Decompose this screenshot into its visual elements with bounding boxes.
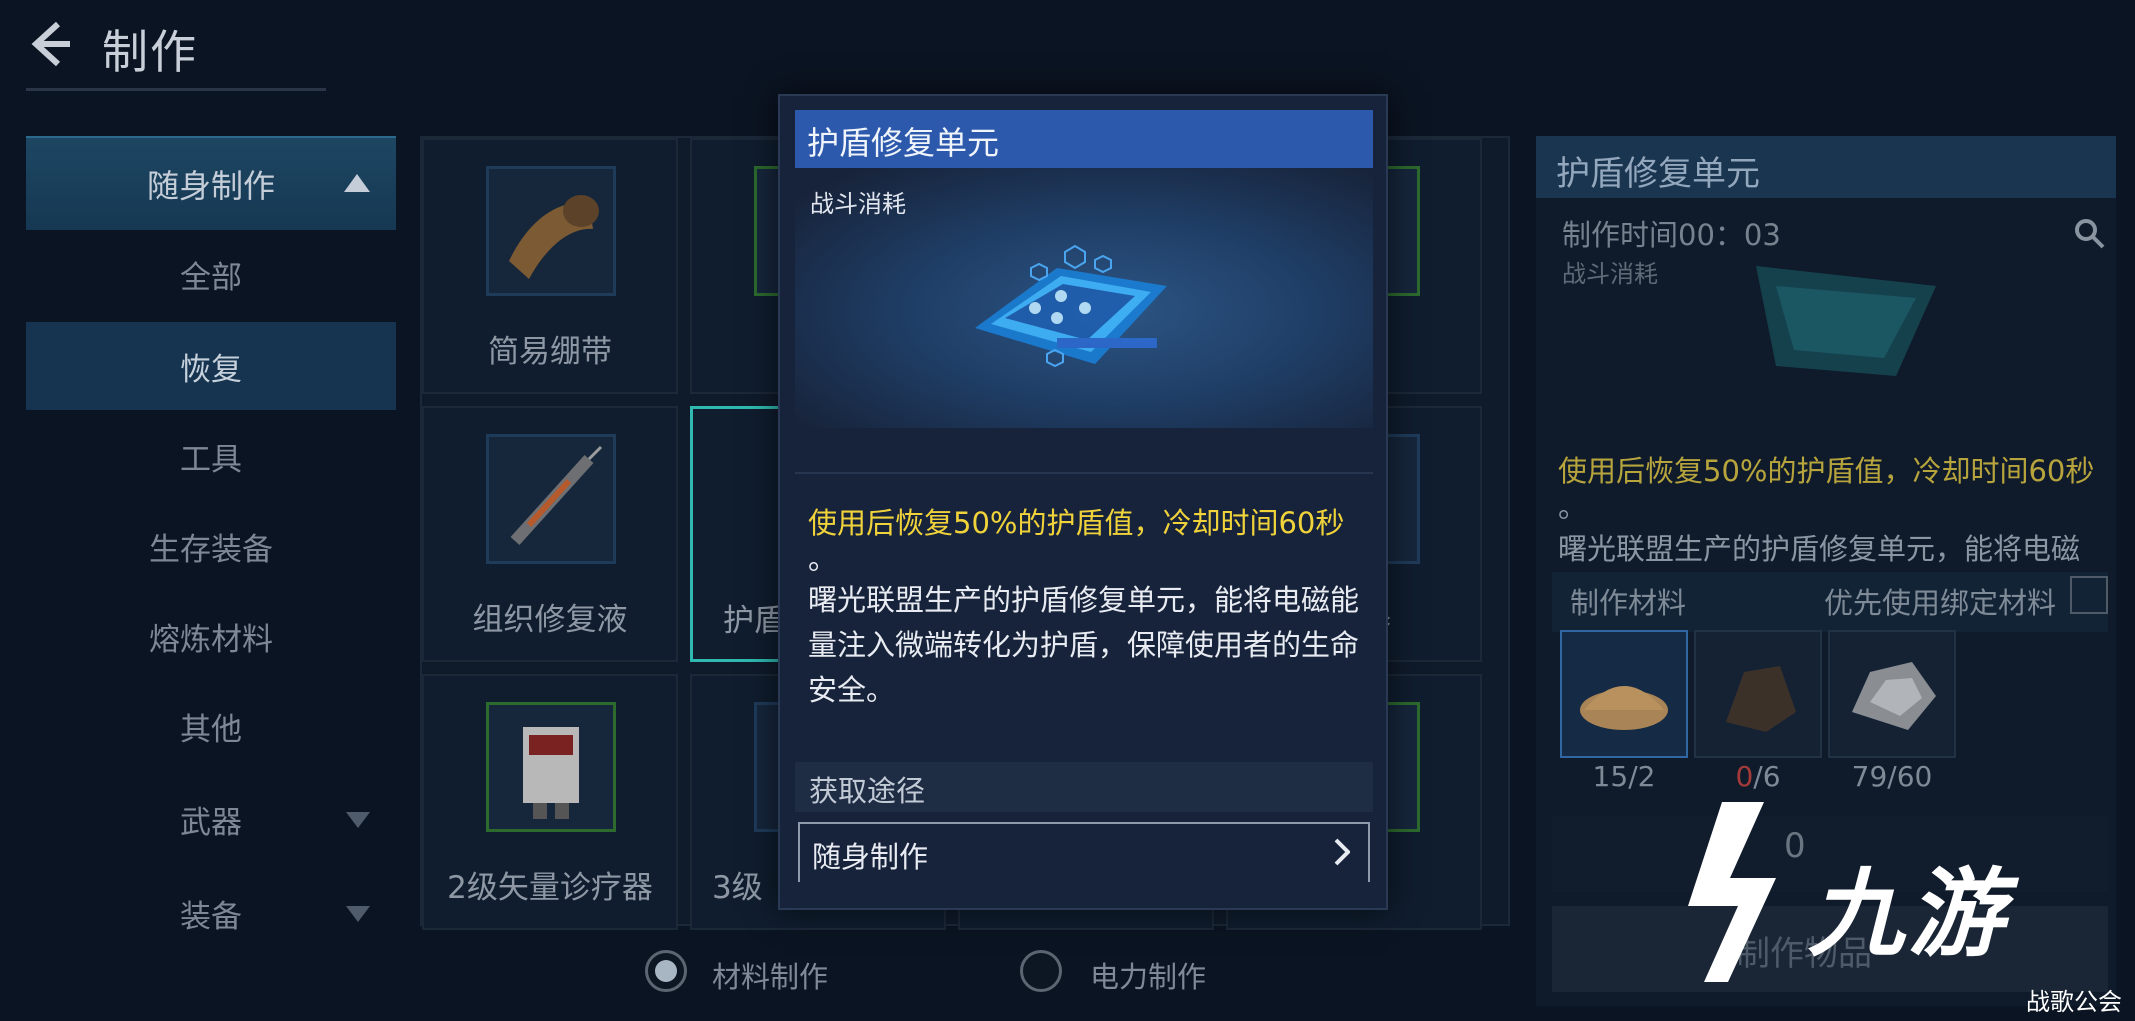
bandage-icon: [509, 195, 599, 279]
category-sidebar: 随身制作 全部 恢复 工具 生存装备 熔炼材料 其他 武器 装备: [26, 136, 396, 936]
detail-effect-end: 。: [1558, 490, 1588, 524]
sidebar-group-label: 武器: [180, 804, 242, 841]
sidebar-item-all[interactable]: 全部: [26, 230, 396, 318]
sidebar-group-label: 装备: [180, 898, 242, 935]
sidebar-item-label: 其他: [180, 711, 242, 748]
materials-label: 制作材料: [1570, 586, 1687, 620]
watermark-brand: 九游: [1808, 858, 2008, 970]
metal-ore-icon: [1852, 662, 1936, 730]
shield-repair-unit-image: [1756, 266, 1936, 376]
count-need: /6: [1753, 760, 1781, 793]
power-craft-label: 电力制作: [1090, 960, 1207, 994]
count-have: 15: [1592, 760, 1629, 793]
detail-description: 曙光联盟生产的护盾修复单元，能将电磁: [1558, 532, 2081, 566]
collapse-up-icon: [344, 174, 370, 192]
count-have: 79: [1851, 760, 1888, 793]
item-label: 组织修复液: [472, 602, 628, 638]
medkit-device-icon: [523, 727, 579, 819]
count-have: 0: [1735, 760, 1754, 793]
modal-title: 护盾修复单元: [795, 110, 1373, 168]
material-craft-radio[interactable]: [645, 950, 687, 992]
sidebar-item-tools[interactable]: 工具: [26, 412, 396, 500]
sidebar-item-label: 生存装备: [149, 531, 273, 568]
modal-description: 曙光联盟生产的护盾修复单元，能将电磁能量注入微端转化为护盾，保障使用者的生命安全…: [808, 583, 1360, 707]
item-thumbnail: [486, 166, 616, 296]
source-portable-craft-link[interactable]: 随身制作: [798, 822, 1370, 882]
modal-effect: 使用后恢复50%的护盾值，冷却时间60秒: [808, 506, 1345, 540]
priority-bound-checkbox[interactable]: [2070, 576, 2108, 614]
watermark-guild: 战歌公会: [2026, 988, 2122, 1016]
sidebar-group-label: 随身制作: [146, 167, 275, 205]
material-slot-3[interactable]: [1828, 630, 1956, 758]
syringe-icon: [510, 445, 603, 546]
grid-item-tissue-repair[interactable]: 组织修复液: [422, 406, 678, 662]
item-label: 2级矢量诊疗器: [447, 870, 653, 906]
expand-down-icon: [346, 906, 370, 922]
item-label: 简易绷带: [488, 334, 612, 370]
count-need: /60: [1887, 760, 1933, 793]
chevron-right-icon: [1334, 838, 1350, 866]
sidebar-group-weapons[interactable]: 武器: [26, 776, 396, 862]
material-craft-label: 材料制作: [712, 960, 829, 994]
sidebar-item-recovery[interactable]: 恢复: [26, 322, 396, 410]
source-item-label: 随身制作: [812, 840, 929, 874]
modal-category: 战斗消耗: [810, 190, 906, 218]
power-craft-radio[interactable]: [1020, 950, 1062, 992]
material-count-2: 0/6: [1694, 760, 1822, 793]
page-title: 制作: [102, 25, 198, 79]
modal-divider: [795, 472, 1373, 474]
modal-effect-end: 。: [808, 542, 838, 576]
sidebar-item-survival-gear[interactable]: 生存装备: [26, 502, 396, 590]
sidebar-item-label: 熔炼材料: [149, 621, 273, 658]
material-slot-1[interactable]: [1560, 630, 1688, 758]
magnify-icon[interactable]: [2072, 216, 2106, 250]
material-slot-2[interactable]: [1694, 630, 1822, 758]
item-thumbnail: [486, 434, 616, 564]
source-heading: 获取途径: [795, 762, 1373, 812]
detail-effect: 使用后恢复50%的护盾值，冷却时间60秒: [1558, 454, 2095, 488]
sidebar-group-portable-craft[interactable]: 随身制作: [26, 136, 396, 230]
grid-item-simple-bandage[interactable]: 简易绷带: [422, 138, 678, 394]
priority-bound-label: 优先使用绑定材料: [1824, 586, 2057, 620]
expand-down-icon: [346, 812, 370, 828]
grid-item-lv2-diagnostic[interactable]: 2级矢量诊疗器: [422, 674, 678, 930]
sidebar-group-equipment[interactable]: 装备: [26, 870, 396, 956]
sand-pile-icon: [1580, 686, 1668, 730]
item-info-modal: 护盾修复单元 战斗消耗 使用后恢复50%的护盾值，冷却时间60秒 。 曙光联盟生…: [778, 94, 1388, 910]
back-arrow-icon[interactable]: [24, 16, 74, 72]
sidebar-item-smelting[interactable]: 熔炼材料: [26, 592, 396, 680]
sidebar-item-label: 工具: [180, 441, 242, 478]
sidebar-item-other[interactable]: 其他: [26, 682, 396, 770]
detail-title: 护盾修复单元: [1536, 136, 2116, 198]
material-count-1: 15/2: [1560, 760, 1688, 793]
sidebar-item-label: 恢复: [180, 351, 242, 388]
item-thumbnail: [486, 702, 616, 832]
title-underline: [26, 88, 326, 91]
count-need: /2: [1628, 760, 1656, 793]
detail-category: 战斗消耗: [1562, 260, 1658, 288]
material-count-3: 79/60: [1828, 760, 1956, 793]
sidebar-item-label: 全部: [180, 259, 242, 296]
jiuyou-logo-icon: [1688, 802, 1776, 982]
ore-chunk-icon: [1726, 666, 1796, 732]
